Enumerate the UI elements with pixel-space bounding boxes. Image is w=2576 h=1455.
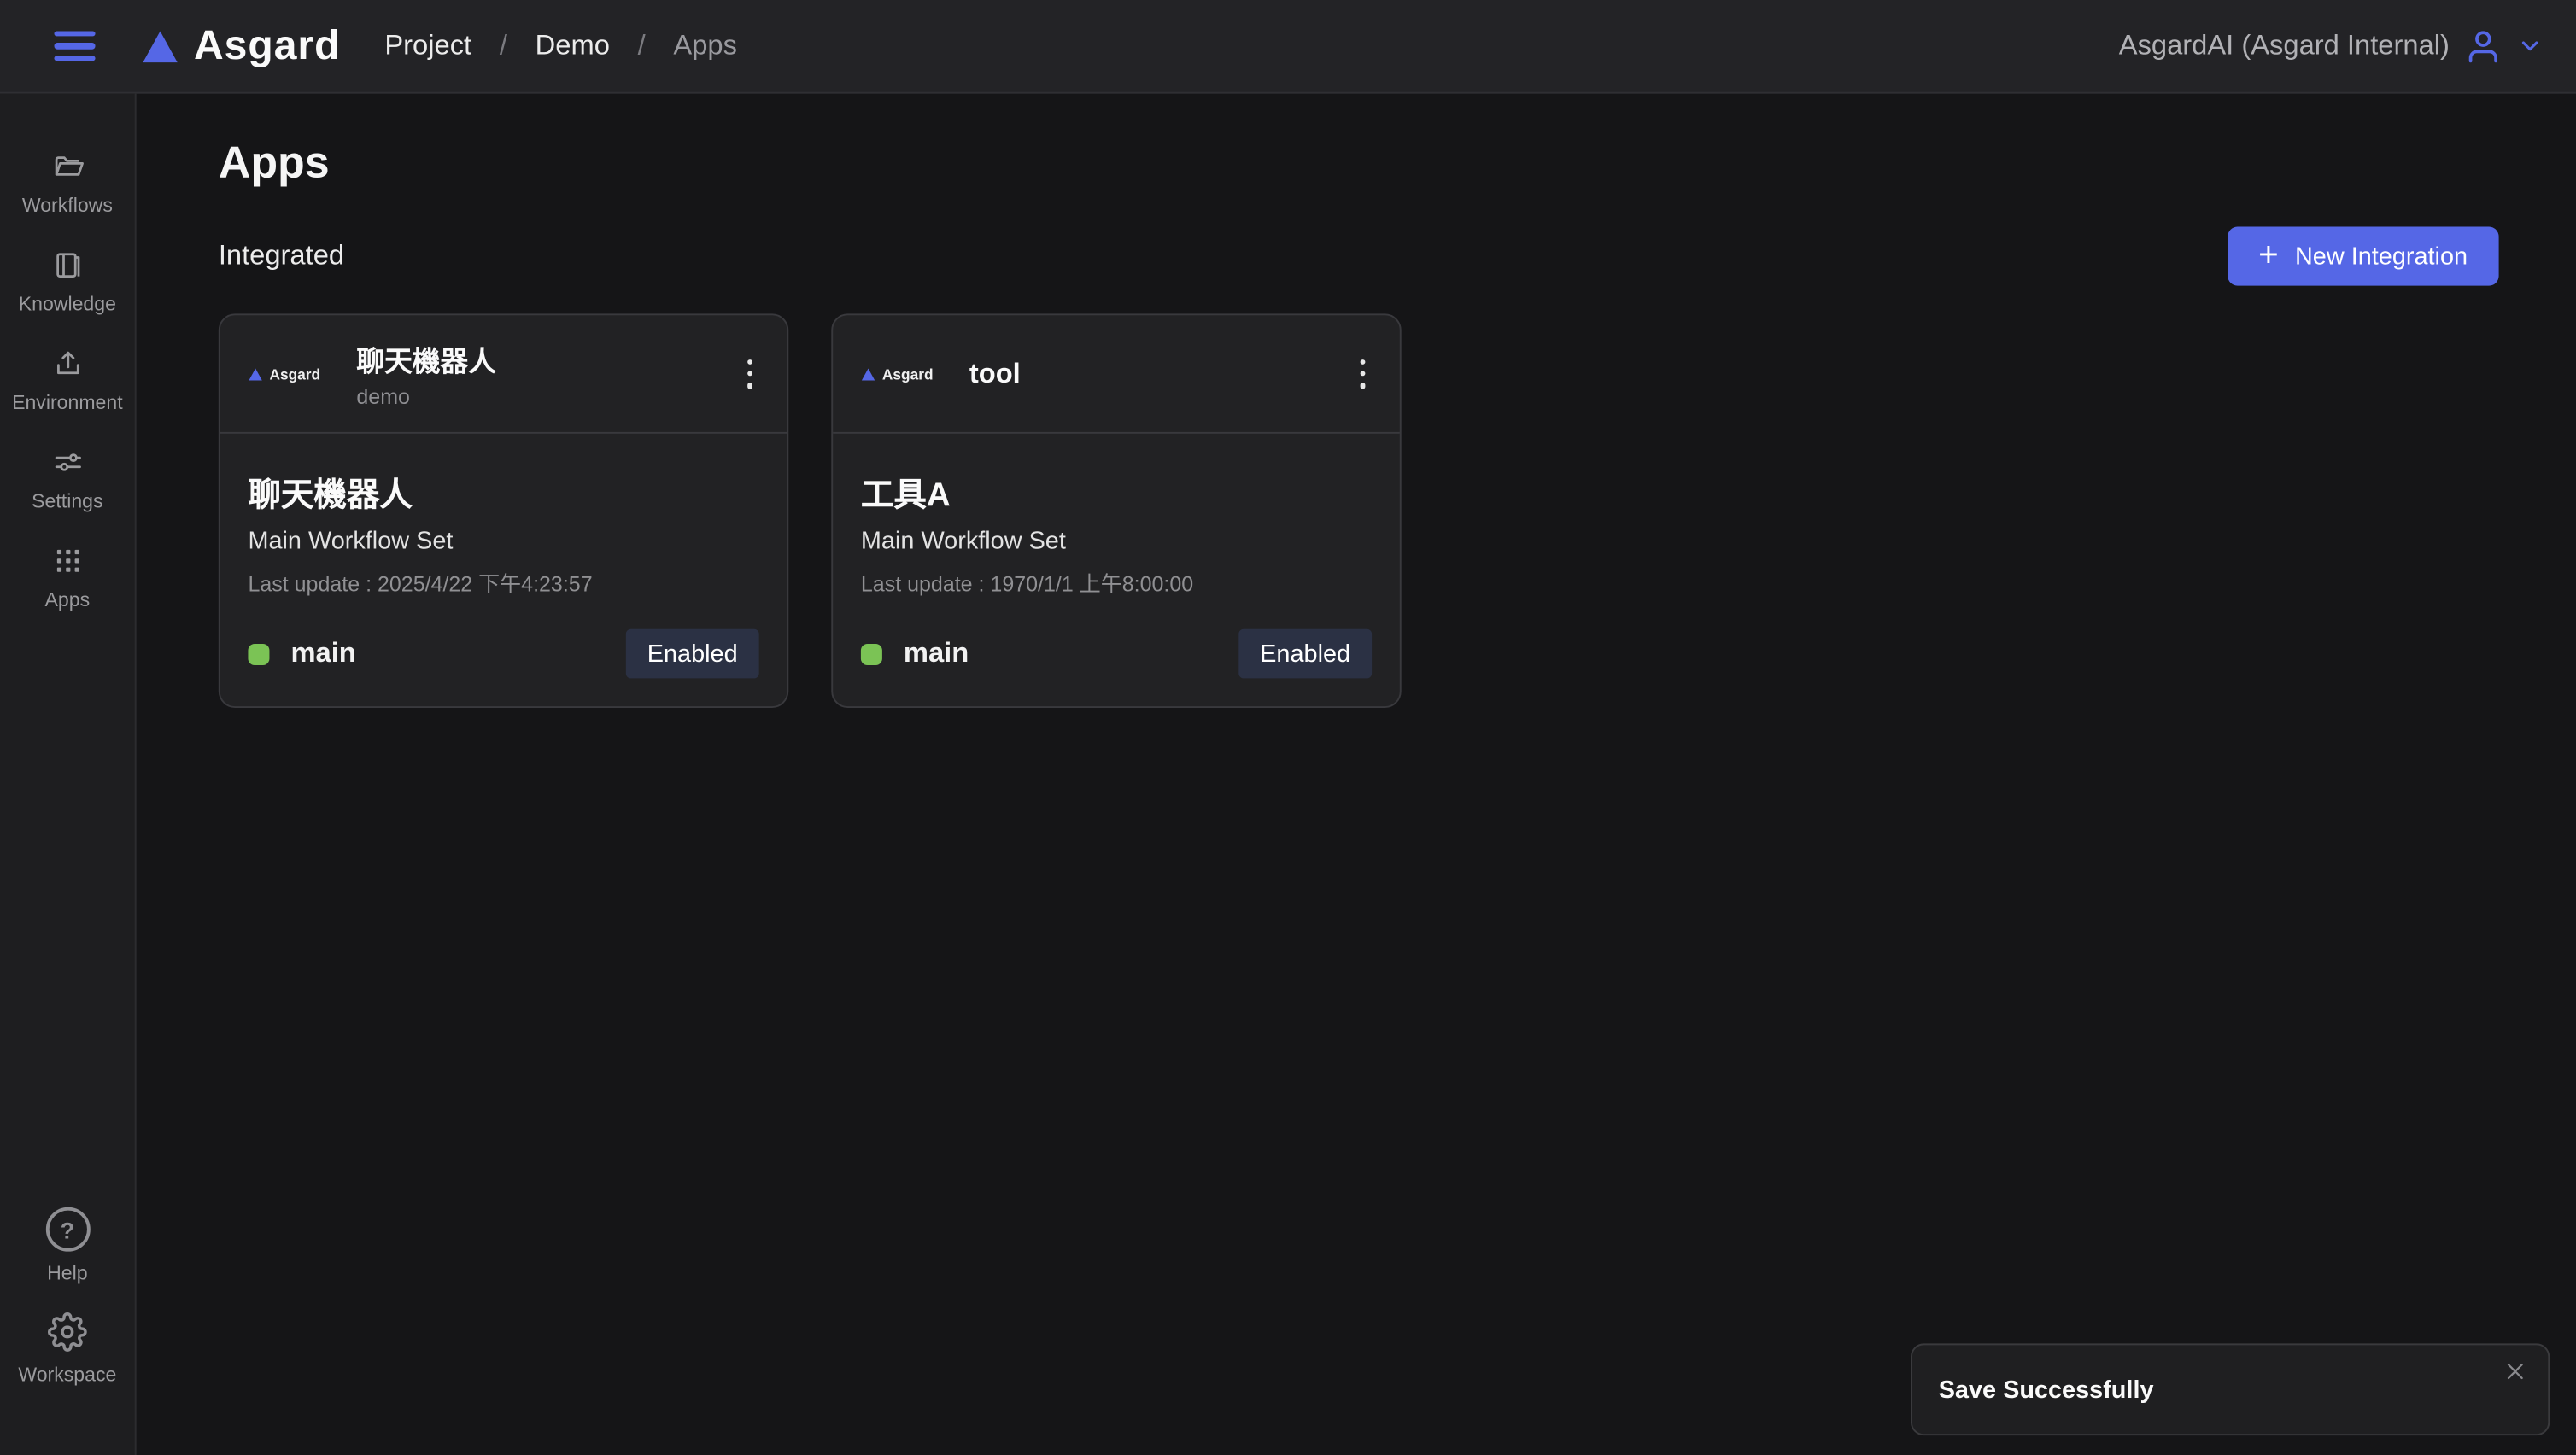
branch-status-dot — [248, 643, 269, 664]
integration-name: tool — [969, 357, 1021, 389]
book-icon — [52, 249, 84, 281]
triangle-logo-icon — [141, 29, 179, 63]
section-header: Integrated + New Integration — [219, 226, 2499, 285]
sidebar-item-workflows[interactable]: Workflows — [0, 151, 135, 217]
card-titles: tool — [969, 357, 1021, 389]
integration-name: 聊天機器人 — [356, 338, 495, 379]
logo-text: Asgard — [194, 22, 340, 70]
workflow-set-label: Main Workflow Set — [248, 527, 758, 555]
sidebar-item-settings[interactable]: Settings — [0, 447, 135, 512]
sidebar-item-label: Help — [47, 1261, 87, 1284]
sidebar: Workflows Knowledge Environment — [0, 94, 137, 1455]
card-header: Asgard tool — [833, 315, 1400, 433]
help-icon: ? — [45, 1209, 90, 1250]
folder-icon — [52, 151, 84, 183]
integration-card[interactable]: Asgard tool 工具A Main Workflow Set Last u… — [831, 313, 1401, 708]
provider-logo: Asgard — [861, 365, 940, 382]
account-label: AsgardAI (Asgard Internal) — [2119, 30, 2450, 62]
breadcrumb-separator: / — [638, 30, 646, 62]
plus-icon: + — [2258, 237, 2279, 272]
breadcrumb: Project / Demo / Apps — [384, 30, 737, 62]
sidebar-item-help[interactable]: ? Help — [0, 1209, 135, 1284]
card-footer: main Enabled — [220, 629, 787, 706]
close-icon[interactable] — [2503, 1360, 2526, 1383]
breadcrumb-demo[interactable]: Demo — [536, 30, 610, 62]
card-titles: 聊天機器人 demo — [356, 338, 495, 409]
card-body: 聊天機器人 Main Workflow Set Last update : 20… — [220, 434, 787, 629]
sliders-icon — [52, 447, 84, 478]
asgard-logo[interactable]: Asgard — [141, 22, 340, 70]
card-header: Asgard 聊天機器人 demo — [220, 315, 787, 433]
provider-name: Asgard — [882, 365, 934, 382]
sidebar-item-environment[interactable]: Environment — [0, 348, 135, 414]
user-icon — [2464, 27, 2502, 65]
workflow-set-label: Main Workflow Set — [861, 527, 1372, 555]
app-root: Asgard Project / Demo / Apps AsgardAI (A… — [0, 0, 2576, 1455]
status-badge[interactable]: Enabled — [1238, 629, 1372, 679]
new-integration-label: New Integration — [2295, 242, 2468, 271]
hamburger-menu-icon[interactable] — [54, 31, 95, 62]
last-update-label: Last update : 2025/4/22 下午4:23:57 — [248, 567, 758, 599]
chevron-down-icon — [2517, 32, 2544, 59]
kebab-menu-icon[interactable] — [1353, 352, 1372, 394]
branch-status-dot — [861, 643, 882, 664]
top-navbar: Asgard Project / Demo / Apps AsgardAI (A… — [0, 0, 2576, 94]
provider-logo: Asgard — [248, 365, 326, 382]
gear-icon — [48, 1311, 87, 1352]
sidebar-item-label: Settings — [32, 489, 102, 512]
integration-subtitle: demo — [356, 384, 495, 409]
kebab-menu-icon[interactable] — [741, 352, 759, 394]
sidebar-item-label: Environment — [12, 391, 123, 414]
page-title: Apps — [219, 138, 330, 190]
toast-message: Save Successfully — [1939, 1376, 2154, 1404]
section-label: Integrated — [219, 240, 344, 272]
sidebar-item-workspace[interactable]: Workspace — [0, 1311, 135, 1386]
status-badge[interactable]: Enabled — [626, 629, 759, 679]
account-menu[interactable]: AsgardAI (Asgard Internal) — [2119, 27, 2544, 65]
last-update-label: Last update : 1970/1/1 上午8:00:00 — [861, 567, 1372, 599]
branch-name: main — [290, 637, 355, 669]
sidebar-item-label: Apps — [45, 588, 91, 611]
card-body: 工具A Main Workflow Set Last update : 1970… — [833, 434, 1400, 629]
upload-icon — [52, 348, 84, 380]
triangle-logo-icon — [861, 367, 875, 380]
sidebar-item-label: Workspace — [18, 1363, 116, 1386]
sidebar-item-label: Workflows — [22, 194, 113, 217]
integration-card[interactable]: Asgard 聊天機器人 demo 聊天機器人 Main Workflow Se… — [219, 313, 788, 708]
app-title: 聊天機器人 — [248, 468, 758, 516]
sidebar-item-label: Knowledge — [19, 292, 116, 315]
app-title: 工具A — [861, 468, 1372, 516]
breadcrumb-apps: Apps — [673, 30, 737, 62]
new-integration-button[interactable]: + New Integration — [2228, 226, 2499, 285]
branch-name: main — [904, 637, 969, 669]
triangle-logo-icon — [248, 367, 262, 380]
apps-grid-icon — [52, 546, 84, 577]
breadcrumb-separator: / — [500, 30, 507, 62]
toast-notification: Save Successfully — [1911, 1343, 2550, 1435]
provider-name: Asgard — [269, 365, 320, 382]
sidebar-item-apps[interactable]: Apps — [0, 546, 135, 611]
card-footer: main Enabled — [833, 629, 1400, 706]
integration-card-list: Asgard 聊天機器人 demo 聊天機器人 Main Workflow Se… — [219, 313, 1402, 708]
sidebar-item-knowledge[interactable]: Knowledge — [0, 249, 135, 315]
breadcrumb-project[interactable]: Project — [384, 30, 471, 62]
